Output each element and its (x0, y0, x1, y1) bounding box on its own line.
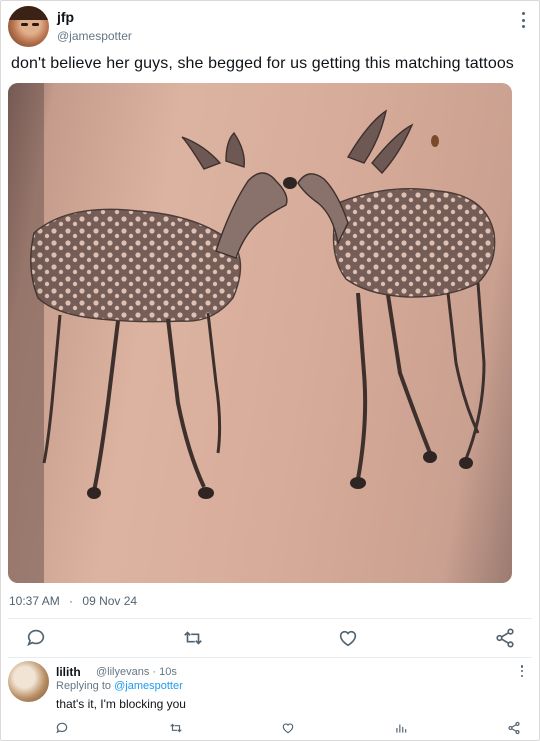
reply-age: 10s (159, 666, 177, 678)
share-icon[interactable] (494, 627, 516, 649)
reply-author-name[interactable]: lilith (56, 665, 81, 679)
post-text: don't believe her guys, she begged for u… (11, 55, 514, 72)
retweet-icon[interactable] (169, 721, 183, 735)
like-icon[interactable] (337, 627, 359, 649)
post-date: 09 Nov 24 (82, 594, 138, 608)
retweet-icon[interactable] (182, 627, 204, 649)
reply-meta: @lilyevans · 10s (96, 666, 177, 678)
separator-dot: · (69, 594, 74, 608)
reply-author-handle[interactable]: @lilyevans (96, 666, 149, 678)
divider (8, 657, 532, 658)
reply-more-options-icon[interactable] (518, 665, 526, 677)
post-timestamp[interactable]: 10:37 AM · 09 Nov 24 (9, 594, 137, 608)
replying-to: Replying to @jamespotter (56, 680, 183, 692)
views-icon[interactable] (394, 721, 408, 735)
post-time: 10:37 AM (9, 594, 60, 608)
share-icon[interactable] (507, 721, 521, 735)
reply-icon[interactable] (55, 721, 69, 735)
right-fawn (297, 109, 496, 480)
like-icon[interactable] (281, 721, 295, 735)
author-handle[interactable]: @jamespotter (57, 29, 132, 43)
divider (8, 618, 532, 619)
more-options-icon[interactable] (518, 12, 528, 28)
replying-to-label: Replying to (56, 680, 112, 692)
left-fawn (30, 131, 288, 492)
separator-dot: · (152, 666, 157, 678)
author-avatar[interactable] (8, 6, 49, 47)
reply-author-avatar[interactable] (8, 661, 49, 702)
replying-to-handle[interactable]: @jamespotter (114, 680, 183, 692)
reply-text: that's it, I'm blocking you (56, 697, 186, 711)
post-image[interactable] (8, 83, 512, 583)
author-name[interactable]: jfp (57, 9, 74, 25)
reply-icon[interactable] (25, 627, 47, 649)
